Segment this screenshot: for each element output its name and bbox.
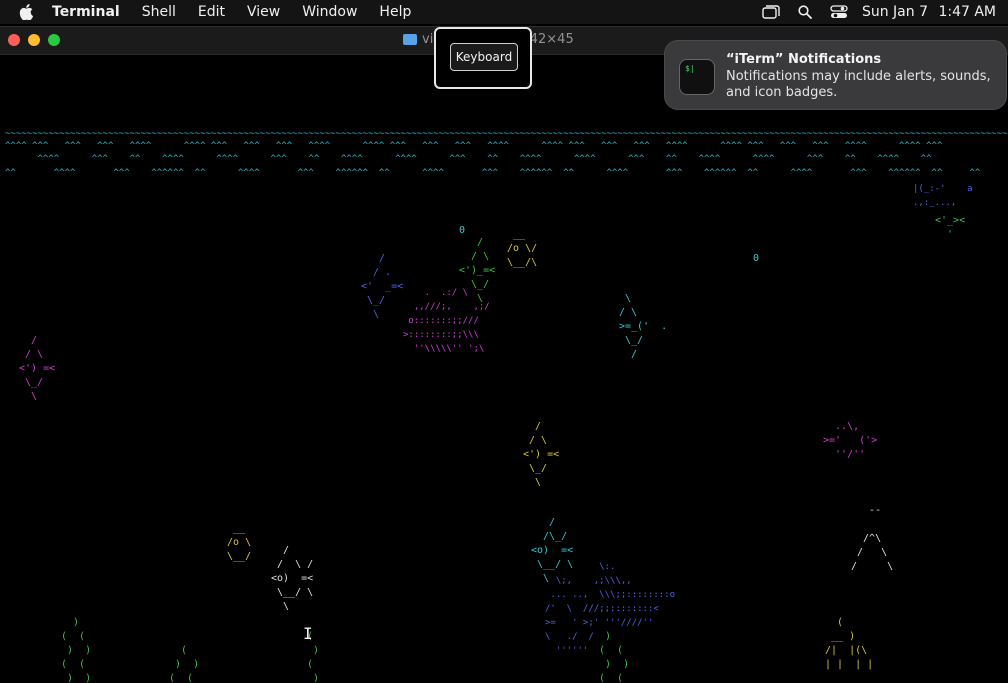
ascii-castle: -- /^\ / \ / \: [851, 505, 894, 572]
clock-time: 1:47 AM: [938, 4, 996, 20]
ascii-fragment: |(_:-' a .,:_...,: [913, 184, 973, 208]
ascii-large-fish: . .:/ \ ,,///;, ,;/ o:::::::;;/// >:::::…: [403, 288, 490, 354]
close-window-button[interactable]: [8, 34, 20, 46]
windows-icon: [762, 5, 780, 19]
ascii-fish: ..\, >=' ('> ''/'': [823, 421, 878, 460]
menubar-clock[interactable]: Sun Jan 7 1:47 AM: [856, 4, 1008, 20]
ascii-fish: <'_>< ': [935, 215, 966, 240]
iterm-notification-banner[interactable]: $| “iTerm” Notifications Notifications m…: [664, 40, 1007, 110]
iterm-app-icon: $|: [679, 59, 715, 95]
menu-app-name[interactable]: Terminal: [52, 4, 131, 20]
wave-line: ^^ ^^^^ ^^^ ^^^^^^ ^^ ^^^^ ^^^ ^^^^^^ ^^…: [5, 168, 981, 178]
keyboard-key-label: Keyboard: [450, 43, 518, 71]
ascii-fish: / / \ / <o) =< \__/ \ \: [271, 545, 314, 612]
ascii-fish: __ /o \/ \__/\: [507, 229, 538, 268]
control-center-icon[interactable]: [822, 5, 856, 19]
ascii-fish: __ /o \ \__/: [227, 523, 252, 562]
toggle-switches-icon: [830, 5, 848, 18]
search-icon: [798, 5, 812, 19]
menu-edit[interactable]: Edit: [187, 4, 236, 20]
ascii-fish: \ / \ >=_(' . \_/ /: [619, 293, 668, 360]
zoom-window-button[interactable]: [48, 34, 60, 46]
menu-window[interactable]: Window: [291, 4, 368, 20]
ascii-seaweed: ) ( ( ) ) ( ( ) ): [61, 617, 92, 683]
folder-icon: [403, 34, 417, 45]
clock-date: Sun Jan 7: [861, 4, 928, 20]
keyboard-shortcut-overlay: Keyboard: [434, 27, 532, 89]
ascii-fish: / / \ <') =< \_/ \: [19, 335, 56, 402]
iterm-icon-text: $|: [685, 64, 695, 73]
ascii-fish: / / \ <') =< \_/ \: [523, 421, 560, 488]
minimize-window-button[interactable]: [28, 34, 40, 46]
wave-line: ^^^^ ^^^ ^^^ ^^^ ^^^^ ^^^^ ^^^ ^^^ ^^^ ^…: [5, 141, 943, 151]
menu-view[interactable]: View: [236, 4, 291, 20]
notification-title: “iTerm” Notifications: [726, 52, 882, 67]
menu-bar: Terminal Shell Edit View Window Help Sun…: [0, 0, 1008, 24]
apple-menu-icon[interactable]: [0, 4, 52, 20]
terminal-content[interactable]: ~~~~~~~~~~~~~~~~~~~~~~~~~~~~~~~~~~~~~~~~…: [5, 56, 1008, 683]
notification-body: Notifications may include alerts, sounds…: [726, 69, 991, 100]
menu-help[interactable]: Help: [368, 4, 422, 20]
screen-mirroring-icon[interactable]: [754, 5, 788, 19]
ascii-seaweed: ) ( ( ) ) ( (: [599, 631, 630, 683]
apple-logo-icon: [19, 4, 33, 20]
menu-shell[interactable]: Shell: [131, 4, 187, 20]
ascii-castle-base: ( __ ) /| |(\ | | | |: [825, 617, 874, 670]
wave-line: ^^^^ ^^^ ^^ ^^^^ ^^^^ ^^^ ^^ ^^^^ ^^^^ ^…: [5, 154, 932, 164]
ascii-bubble: 0: [753, 253, 760, 264]
ascii-fish: / / . <' _=< \_/ \: [361, 253, 404, 320]
spotlight-search-icon[interactable]: [788, 5, 822, 19]
window-title-prefix: vi: [422, 32, 434, 47]
text-cursor-icon: I: [303, 624, 313, 643]
ascii-seaweed: ( ) ) ( ( ): [169, 645, 200, 683]
